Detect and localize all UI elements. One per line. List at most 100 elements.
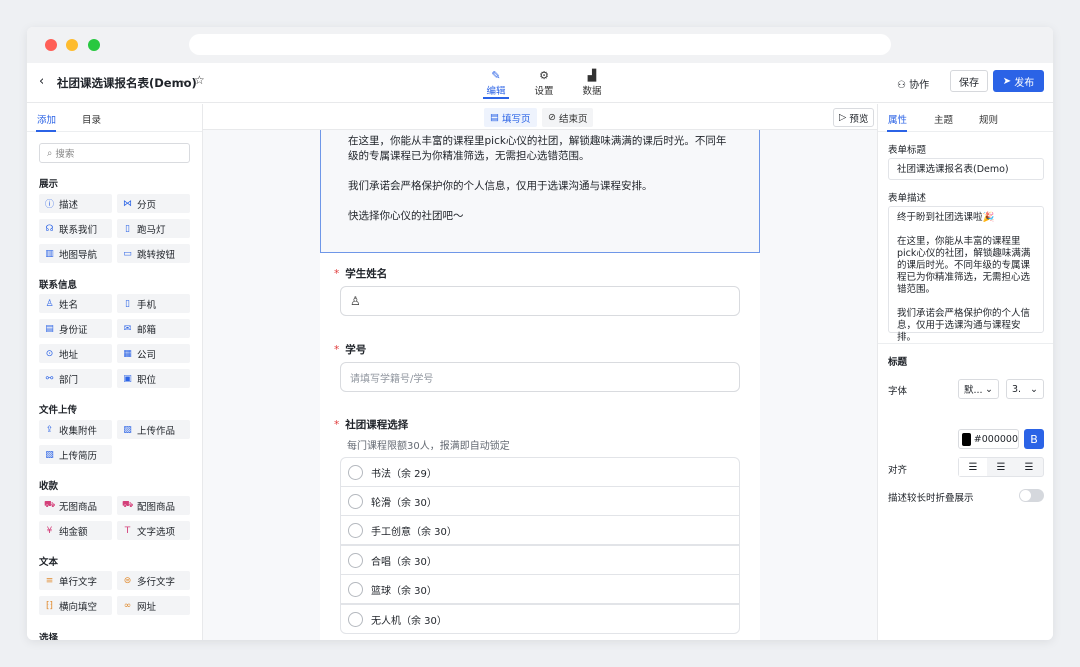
section-title: 联系信息 (39, 280, 78, 291)
component-jump-button[interactable]: ▭ 跳转按钮 (117, 244, 190, 263)
align-center-icon[interactable]: ☰ (987, 458, 1015, 476)
star-icon[interactable]: ☆ (194, 73, 205, 87)
chip-label: 地址 (59, 349, 79, 361)
people-icon: ⚇ (897, 80, 910, 91)
chip-label: 跑马灯 (137, 224, 166, 236)
question-label: 学生姓名 (345, 268, 388, 280)
color-picker[interactable]: #000000 (958, 429, 1019, 449)
chip-label: 职位 (137, 374, 157, 386)
canvas-toolbar: ▤ 填写页 ⊘ 结束页 ▷ 预览 (203, 104, 877, 130)
component-fill-blank[interactable]: ⁅⁆ 横向填空 (39, 596, 112, 615)
radio-option[interactable]: 无人机（余 30） (340, 604, 740, 634)
form-desc-label: 表单描述 (888, 193, 927, 204)
align-left-icon[interactable]: ☰ (959, 458, 987, 476)
font-label: 字体 (888, 386, 908, 397)
headset-icon: ☊ (45, 223, 54, 234)
section-title: 文件上传 (39, 405, 78, 416)
radio-circle (348, 464, 363, 480)
tab-add[interactable]: 添加 (37, 112, 56, 126)
tab-properties[interactable]: 属性 (888, 112, 907, 126)
form-title-field[interactable]: 社团课选课报名表(Demo) (888, 158, 1044, 180)
radio-option[interactable]: 合唱（余 30） (340, 545, 740, 575)
id-card-icon: ▤ (45, 323, 54, 334)
bold-button[interactable]: B (1024, 429, 1044, 449)
chip-label: 文字选项 (137, 526, 176, 538)
component-id-card[interactable]: ▤ 身份证 (39, 319, 112, 338)
component-goods-no-image[interactable]: ⛟ 无图商品 (39, 496, 112, 515)
component-amount[interactable]: ¥ 纯金额 (39, 521, 112, 540)
component-company[interactable]: ▦ 公司 (117, 344, 190, 363)
component-phone[interactable]: ▯ 手机 (117, 294, 190, 313)
save-button[interactable]: 保存 (950, 70, 988, 92)
section-title: 选择 (39, 633, 59, 640)
browser-chrome (27, 27, 1053, 63)
collapse-toggle[interactable] (1019, 489, 1044, 502)
search-input[interactable]: ⌕ 搜索 (39, 143, 190, 163)
radio-option[interactable]: 书法（余 29） (340, 457, 740, 487)
yen-icon: ¥ (46, 525, 53, 536)
component-goods-image[interactable]: ⛟ 配图商品 (117, 496, 190, 515)
radio-circle (348, 493, 363, 509)
student-id-input[interactable]: 请填写学籍号/学号 (340, 362, 740, 392)
chip-label: 横向填空 (59, 601, 98, 613)
publish-button[interactable]: ➤ 发布 (993, 70, 1044, 92)
mode-tabs: ✎ 编辑 ⚙ 设置 ▟ 数据 (483, 67, 605, 99)
tab-settings[interactable]: ⚙ 设置 (531, 67, 557, 99)
form-desc-field[interactable]: 终于盼到社团选课啦🎉 在这里，你能从丰富的课程里pick心仪的社团，解锁趣味满满… (888, 206, 1044, 343)
tab-end-page[interactable]: ⊘ 结束页 (542, 108, 594, 127)
building-icon: ▦ (123, 348, 132, 359)
component-map[interactable]: ▥ 地图导航 (39, 244, 112, 263)
component-url[interactable]: ∞ 网址 (117, 596, 190, 615)
jump-button-icon: ▭ (123, 248, 132, 259)
component-multi-line[interactable]: ⊜ 多行文字 (117, 571, 190, 590)
close-window-icon[interactable] (45, 39, 57, 51)
tab-outline[interactable]: 目录 (82, 112, 101, 126)
section-title: 收款 (39, 481, 59, 492)
tab-theme[interactable]: 主题 (934, 112, 953, 126)
minimize-window-icon[interactable] (66, 39, 78, 51)
component-pagination[interactable]: ⋈ 分页 (117, 194, 190, 213)
tab-rules[interactable]: 规则 (979, 112, 998, 126)
radio-circle (348, 611, 363, 627)
radio-option[interactable]: 篮球（余 30） (340, 574, 740, 604)
back-arrow-icon[interactable]: ‹ (39, 74, 44, 89)
preview-button[interactable]: ▷ 预览 (833, 108, 875, 127)
radio-option[interactable]: 手工创意（余 30） (340, 515, 740, 545)
tab-settings-label: 设置 (534, 86, 554, 97)
component-email[interactable]: ✉ 邮箱 (117, 319, 190, 338)
component-description[interactable]: ⓘ 描述 (39, 194, 112, 213)
tab-data[interactable]: ▟ 数据 (579, 67, 605, 99)
tab-fill-page[interactable]: ▤ 填写页 (484, 108, 537, 127)
form-title[interactable]: 社团课选课报名表(Demo) (57, 75, 197, 91)
component-attachment[interactable]: ⇪ 收集附件 (39, 420, 112, 439)
chip-label: 配图商品 (137, 501, 176, 513)
right-tabs: 属性 主题 规则 (878, 104, 1053, 132)
font-family-select[interactable]: 默... ⌄ (958, 379, 999, 399)
chart-icon: ▟ (587, 69, 597, 82)
component-address[interactable]: ⊙ 地址 (39, 344, 112, 363)
component-department[interactable]: ⚯ 部门 (39, 369, 112, 388)
component-position[interactable]: ▣ 职位 (117, 369, 190, 388)
collaborate-button[interactable]: ⚇ 协作 (897, 76, 929, 91)
chevron-down-icon[interactable]: ⌄ (180, 75, 188, 86)
question-title: * 社团课程选择 (334, 417, 408, 432)
maximize-window-icon[interactable] (88, 39, 100, 51)
component-name[interactable]: ♙ 姓名 (39, 294, 112, 313)
component-resume[interactable]: ▧ 上传简历 (39, 445, 112, 464)
option-label: 合唱（余 30） (371, 556, 437, 568)
component-marquee[interactable]: ▯ 跑马灯 (117, 219, 190, 238)
component-single-line[interactable]: ≡ 单行文字 (39, 571, 112, 590)
student-name-input[interactable]: ♙ (340, 286, 740, 316)
chip-label: 邮箱 (137, 324, 157, 336)
resume-icon: ▧ (45, 449, 54, 460)
component-text-option[interactable]: T 文字选项 (117, 521, 190, 540)
tab-edit[interactable]: ✎ 编辑 (483, 67, 509, 99)
address-bar[interactable] (189, 34, 891, 55)
font-size-select[interactable]: 3. ⌄ (1006, 379, 1044, 399)
component-upload-work[interactable]: ▨ 上传作品 (117, 420, 190, 439)
option-label: 手工创意（余 30） (371, 526, 457, 538)
form-description-block[interactable]: 在这里，你能从丰富的课程里pick心仪的社团，解锁趣味满满的课后时光。不同年级的… (320, 130, 760, 253)
align-right-icon[interactable]: ☰ (1015, 458, 1043, 476)
radio-option[interactable]: 轮滑（余 30） (340, 486, 740, 516)
component-contact[interactable]: ☊ 联系我们 (39, 219, 112, 238)
